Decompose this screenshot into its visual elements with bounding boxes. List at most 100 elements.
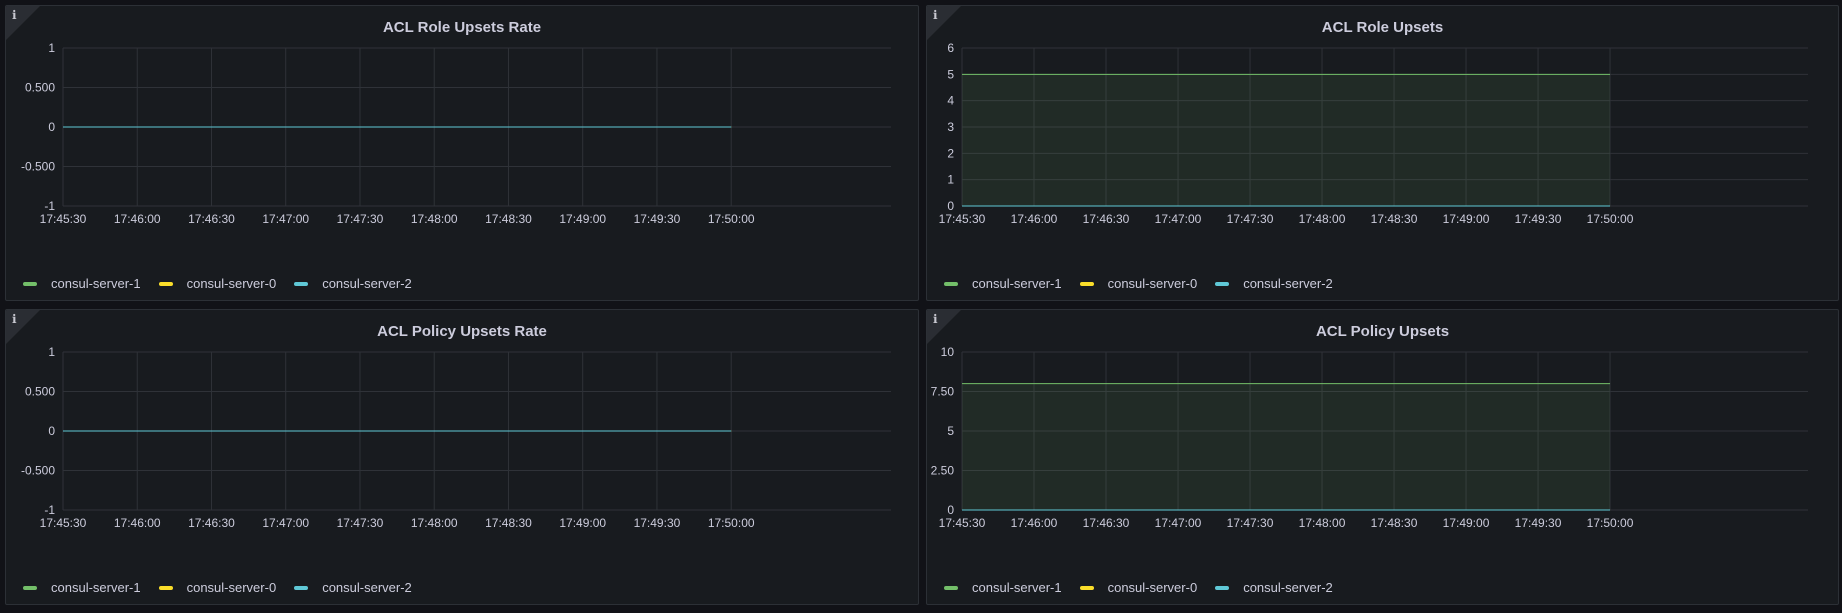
legend-swatch xyxy=(944,281,958,286)
x-tick-label: 17:46:00 xyxy=(1011,516,1058,530)
x-tick-label: 17:49:00 xyxy=(559,516,606,530)
x-tick-label: 17:49:30 xyxy=(1515,212,1562,226)
legend: consul-server-1 consul-server-0 consul-s… xyxy=(944,276,1333,291)
legend-label: consul-server-0 xyxy=(1107,580,1198,595)
y-tick-label: 2 xyxy=(947,146,954,160)
x-tick-label: 17:45:30 xyxy=(40,516,87,530)
legend-item[interactable]: consul-server-1 xyxy=(23,580,141,595)
legend-item[interactable]: consul-server-1 xyxy=(23,276,141,291)
legend: consul-server-1 consul-server-0 consul-s… xyxy=(23,276,412,291)
legend-swatch xyxy=(294,281,309,286)
y-tick-label: -1 xyxy=(44,199,55,213)
legend-swatch xyxy=(23,281,37,286)
y-tick-label: 0 xyxy=(48,424,55,438)
panel-acl-role-upsets-rate[interactable]: ℹ ACL Role Upsets Rate 1 0.500 0 -0.500 -1 17… xyxy=(5,5,919,301)
y-tick-label: 1 xyxy=(947,173,954,187)
y-tick-label: -1 xyxy=(44,503,55,517)
legend-swatch xyxy=(158,281,173,286)
legend-label: consul-server-1 xyxy=(972,276,1062,291)
legend-swatch xyxy=(1079,585,1094,590)
x-tick-label: 17:46:00 xyxy=(114,212,161,226)
x-tick-label: 17:49:00 xyxy=(559,212,606,226)
x-tick-label: 17:50:00 xyxy=(708,516,755,530)
x-tick-label: 17:45:30 xyxy=(939,212,986,226)
x-tick-label: 17:47:30 xyxy=(1227,212,1274,226)
y-tick-label: 6 xyxy=(947,41,954,55)
x-tick-label: 17:50:00 xyxy=(708,212,755,226)
y-tick-label: 0.500 xyxy=(25,81,55,95)
y-tick-label: 7.50 xyxy=(931,385,955,399)
legend-item[interactable]: consul-server-2 xyxy=(294,580,412,595)
y-tick-label: 0 xyxy=(48,120,55,134)
x-tick-label: 17:47:00 xyxy=(1155,212,1202,226)
x-tick-label: 17:46:30 xyxy=(188,516,235,530)
legend-item[interactable]: consul-server-2 xyxy=(1215,276,1333,291)
legend-item[interactable]: consul-server-1 xyxy=(944,580,1062,595)
panel-acl-policy-upsets-rate[interactable]: ℹ ACL Policy Upsets Rate 1 0.500 0 -0.500 -1… xyxy=(5,309,919,605)
legend-item[interactable]: consul-server-0 xyxy=(1079,580,1198,595)
y-tick-label: -0.500 xyxy=(21,160,55,174)
series-area xyxy=(962,74,1611,206)
legend-label: consul-server-0 xyxy=(1107,276,1198,291)
y-tick-label: 3 xyxy=(947,120,954,134)
y-tick-label: 1 xyxy=(48,41,55,55)
legend-item[interactable]: consul-server-1 xyxy=(944,276,1062,291)
legend-swatch xyxy=(944,585,958,590)
legend-item[interactable]: consul-server-2 xyxy=(1215,580,1333,595)
x-tick-label: 17:50:00 xyxy=(1587,516,1634,530)
chart-plot: 6 5 4 3 2 1 017:45:30 17:46:00 17:46:30 17:47:00 1… xyxy=(939,41,1808,226)
chart-plot: 1 0.500 0 -0.500 -117:45:30 17:46:00 17:46:30 1… xyxy=(21,41,891,226)
legend-item[interactable]: consul-server-0 xyxy=(158,276,277,291)
legend-label: consul-server-1 xyxy=(972,580,1062,595)
legend-swatch xyxy=(23,585,37,590)
x-tick-label: 17:48:30 xyxy=(1371,516,1418,530)
x-tick-label: 17:47:30 xyxy=(337,212,384,226)
legend-label: consul-server-2 xyxy=(1243,580,1333,595)
x-tick-label: 17:47:00 xyxy=(1155,516,1202,530)
x-tick-label: 17:48:30 xyxy=(1371,212,1418,226)
y-tick-label: 1 xyxy=(48,345,55,359)
x-tick-label: 17:46:30 xyxy=(1083,516,1130,530)
legend-swatch xyxy=(1215,585,1230,590)
legend: consul-server-1 consul-server-0 consul-s… xyxy=(23,580,412,595)
x-tick-label: 17:49:00 xyxy=(1443,516,1490,530)
x-tick-label: 17:45:30 xyxy=(40,212,87,226)
y-tick-label: 4 xyxy=(947,94,954,108)
y-tick-label: 5 xyxy=(947,424,954,438)
panel-acl-policy-upsets[interactable]: ℹ ACL Policy Upsets 10 7.50 5 2.50 0 17:45:30… xyxy=(926,309,1839,605)
legend-swatch xyxy=(1079,281,1094,286)
y-tick-label: 0.500 xyxy=(25,385,55,399)
chart-plot: 10 7.50 5 2.50 017:45:30 17:46:00 17:46:30 17:4… xyxy=(931,345,1808,530)
x-tick-label: 17:45:30 xyxy=(939,516,986,530)
y-tick-label: 5 xyxy=(947,67,954,81)
x-tick-label: 17:47:00 xyxy=(262,212,309,226)
legend-label: consul-server-0 xyxy=(186,580,277,595)
legend-label: consul-server-1 xyxy=(51,276,141,291)
legend: consul-server-1 consul-server-0 consul-s… xyxy=(944,580,1333,595)
y-tick-label: 0 xyxy=(947,199,954,213)
x-tick-label: 17:48:30 xyxy=(485,516,532,530)
legend-label: consul-server-2 xyxy=(322,580,412,595)
x-tick-label: 17:48:00 xyxy=(411,516,458,530)
panel-acl-role-upsets[interactable]: ℹ ACL Role Upsets 6 5 4 3 2 1 0 17:45:30 17:46:0… xyxy=(926,5,1839,301)
x-tick-label: 17:49:30 xyxy=(634,516,681,530)
legend-item[interactable]: consul-server-0 xyxy=(158,580,277,595)
x-tick-label: 17:48:00 xyxy=(411,212,458,226)
x-tick-label: 17:46:30 xyxy=(188,212,235,226)
x-tick-label: 17:46:30 xyxy=(1083,212,1130,226)
legend-swatch xyxy=(294,585,309,590)
legend-label: consul-server-0 xyxy=(186,276,277,291)
x-tick-label: 17:48:00 xyxy=(1299,212,1346,226)
chart-plot: 1 0.500 0 -0.500 -117:45:30 17:46:00 17:46:30 1… xyxy=(21,345,891,530)
y-tick-label: 2.50 xyxy=(931,464,955,478)
legend-item[interactable]: consul-server-0 xyxy=(1079,276,1198,291)
legend-swatch xyxy=(158,585,173,590)
x-tick-label: 17:49:30 xyxy=(1515,516,1562,530)
x-tick-label: 17:46:00 xyxy=(1011,212,1058,226)
legend-item[interactable]: consul-server-2 xyxy=(294,276,412,291)
series-area xyxy=(962,383,1611,510)
x-tick-label: 17:50:00 xyxy=(1587,212,1634,226)
legend-label: consul-server-2 xyxy=(1243,276,1333,291)
x-tick-label: 17:47:30 xyxy=(1227,516,1274,530)
y-tick-label: 10 xyxy=(941,345,955,359)
